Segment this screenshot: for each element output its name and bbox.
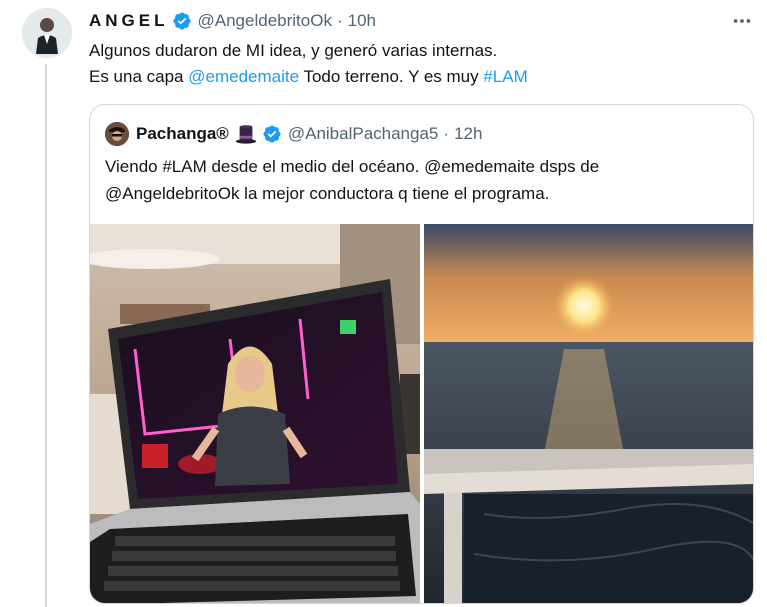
laptop-photo[interactable] (90, 224, 420, 603)
separator-dot: · (443, 124, 450, 143)
quoted-text-line: @AngeldebritoOk la mejor conductora q ti… (105, 184, 550, 203)
quoted-tweet-header: Pachanga® @AnibalPachanga5 · 12h (105, 122, 482, 146)
mention-link[interactable]: @emedemaite (188, 67, 299, 86)
avatar-photo (22, 8, 72, 58)
quoted-tweet-text: Viendo #LAM desde el medio del océano. @… (105, 153, 745, 207)
quoted-display-name[interactable]: Pachanga® (136, 124, 229, 144)
display-name[interactable]: ANGEL (89, 11, 169, 31)
quoted-tweet[interactable]: Pachanga® @AnibalPachanga5 · 12h Viendo … (89, 104, 754, 604)
tweet-header: ANGEL @AngeldebritoOk · 10h (89, 10, 376, 32)
verified-badge-icon (172, 11, 192, 31)
media-grid (90, 224, 753, 603)
hashtag-link[interactable]: #LAM (483, 67, 527, 86)
tweet-text-line: Algunos dudaron de MI idea, y generó var… (89, 41, 498, 60)
tweet-text-segment: Todo terreno. Y es muy (299, 67, 484, 86)
separator-dot: · (336, 11, 343, 30)
sunset-photo[interactable] (424, 224, 753, 603)
more-options-icon[interactable] (729, 8, 755, 34)
avatar[interactable] (22, 8, 72, 58)
timestamp[interactable]: 10h (348, 11, 376, 31)
handle[interactable]: @AngeldebritoOk (198, 11, 332, 31)
verified-badge-icon (262, 124, 282, 144)
tweet-text: Algunos dudaron de MI idea, y generó var… (89, 38, 749, 90)
quoted-timestamp[interactable]: 12h (454, 124, 482, 144)
quoted-avatar[interactable] (105, 122, 129, 146)
quoted-handle[interactable]: @AnibalPachanga5 (288, 124, 439, 144)
top-hat-emoji-icon (235, 123, 257, 145)
tweet-text-segment: Es una capa (89, 67, 189, 86)
thread-line (45, 64, 47, 607)
tweet-text-line: Es una capa @emedemaite Todo terreno. Y … (89, 64, 749, 90)
quoted-text-line: Viendo #LAM desde el medio del océano. @… (105, 157, 600, 176)
